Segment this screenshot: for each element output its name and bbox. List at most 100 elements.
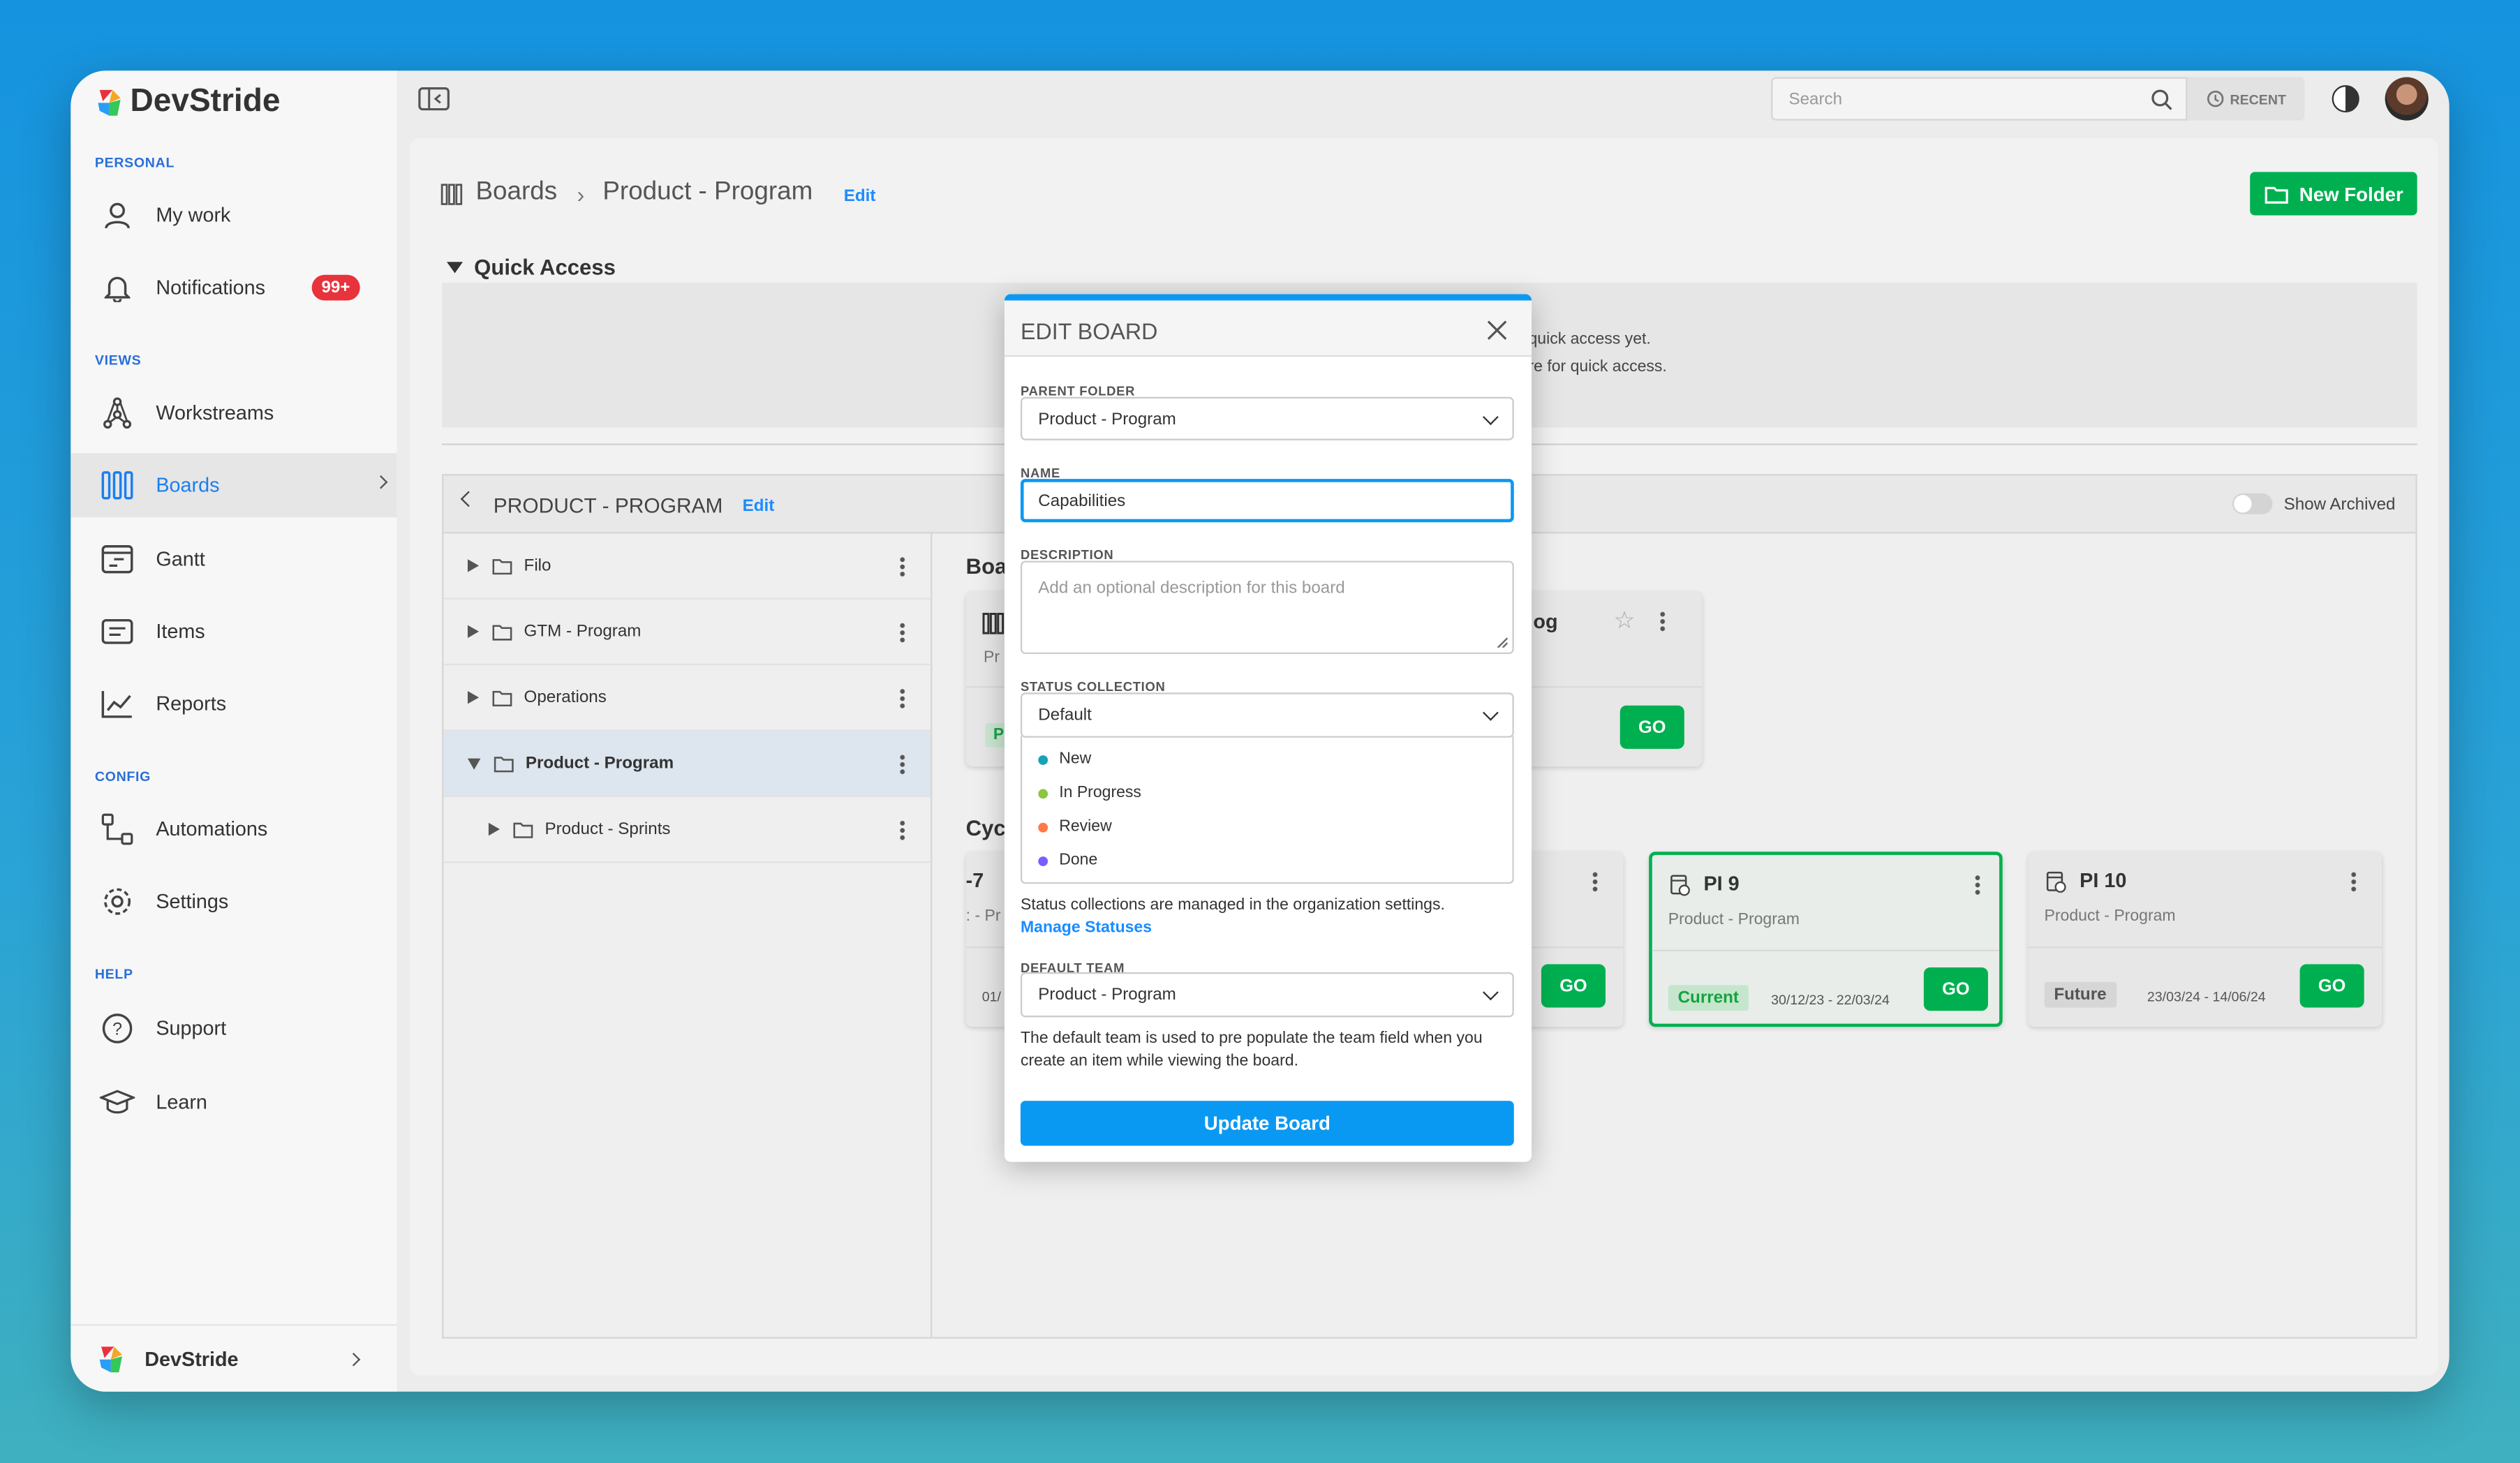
folder-icon bbox=[492, 558, 512, 574]
automation-icon bbox=[96, 813, 138, 845]
avatar[interactable] bbox=[2385, 77, 2429, 121]
new-folder-button[interactable]: New Folder bbox=[2250, 172, 2417, 216]
manage-statuses-link[interactable]: Manage Statuses bbox=[1021, 918, 1519, 940]
tree-item[interactable]: Product - Program bbox=[443, 731, 931, 797]
workstreams-icon bbox=[96, 397, 138, 429]
go-button[interactable]: GO bbox=[1541, 964, 1606, 1008]
status-dot-icon bbox=[1038, 754, 1048, 764]
devstride-logo-icon bbox=[98, 89, 121, 115]
kebab-menu-icon[interactable] bbox=[900, 556, 905, 577]
section-views: VIEWS bbox=[94, 352, 142, 369]
chevron-down-icon bbox=[1482, 984, 1499, 1001]
modal-header: EDIT BOARD bbox=[1004, 300, 1532, 357]
cycle-card[interactable]: PI 9 Product - Program Current 30/12/23 … bbox=[1649, 852, 2003, 1027]
back-icon[interactable] bbox=[460, 491, 477, 507]
star-icon[interactable]: ☆ bbox=[1614, 606, 1636, 634]
sidebar-item-automations[interactable]: Automations bbox=[71, 797, 396, 861]
sidebar-item-gantt[interactable]: Gantt bbox=[71, 527, 396, 591]
user-icon bbox=[96, 201, 138, 230]
status-item: Review bbox=[1038, 818, 1112, 836]
caret-right-icon[interactable] bbox=[467, 625, 480, 639]
cycle-card[interactable]: PI 10 Product - Program Future 23/03/24 … bbox=[2028, 852, 2382, 1027]
chevron-down-icon bbox=[1482, 704, 1499, 721]
sidebar-item-items[interactable]: Items bbox=[71, 600, 396, 664]
theme-toggle-icon[interactable] bbox=[2332, 85, 2359, 113]
caret-right-icon[interactable] bbox=[488, 822, 501, 836]
go-button[interactable]: GO bbox=[1620, 705, 1684, 749]
caret-right-icon[interactable] bbox=[467, 559, 480, 572]
kebab-menu-icon[interactable] bbox=[900, 753, 905, 775]
folder-icon bbox=[492, 624, 512, 640]
folder-icon bbox=[513, 822, 533, 838]
recent-button[interactable]: RECENT bbox=[2187, 77, 2305, 121]
edit-link[interactable]: Edit bbox=[844, 186, 876, 206]
section-config: CONFIG bbox=[94, 768, 151, 785]
calendar-cycle-icon bbox=[1670, 875, 1690, 896]
sidebar-item-notifications[interactable]: Notifications 99+ bbox=[71, 255, 396, 320]
description-textarea[interactable]: Add an optional description for this boa… bbox=[1020, 560, 1514, 655]
sidebar-item-boards[interactable]: Boards bbox=[71, 453, 397, 518]
folder-edit-link[interactable]: Edit bbox=[743, 496, 775, 516]
parent-folder-select[interactable]: Product - Program bbox=[1020, 396, 1514, 440]
kebab-menu-icon[interactable] bbox=[900, 621, 905, 643]
caret-right-icon[interactable] bbox=[467, 690, 480, 704]
status-collection-select[interactable]: Default bbox=[1020, 692, 1514, 738]
breadcrumb-separator: › bbox=[577, 181, 585, 207]
tree-item[interactable]: Operations bbox=[443, 665, 931, 732]
show-archived-toggle[interactable] bbox=[2232, 493, 2273, 514]
graduation-cap-icon bbox=[96, 1088, 138, 1117]
sidebar-item-learn[interactable]: Learn bbox=[71, 1070, 396, 1134]
status-badge: Future bbox=[2044, 981, 2117, 1008]
bell-icon bbox=[96, 273, 138, 302]
default-team-select[interactable]: Product - Program bbox=[1020, 972, 1514, 1018]
resize-handle-icon[interactable] bbox=[1496, 637, 1508, 648]
kebab-menu-icon[interactable] bbox=[1975, 874, 1980, 896]
boards-icon bbox=[96, 471, 138, 500]
tree-item[interactable]: Product - Sprints bbox=[443, 797, 931, 863]
caret-down-icon bbox=[447, 262, 464, 274]
sidebar-item-settings[interactable]: Settings bbox=[71, 870, 396, 934]
quick-access-toggle[interactable]: Quick Access bbox=[447, 255, 616, 280]
org-switcher[interactable]: DevStride bbox=[71, 1324, 397, 1392]
search-input[interactable]: Search bbox=[1771, 77, 2188, 121]
go-button[interactable]: GO bbox=[2299, 964, 2364, 1008]
folder-tree: Filo GTM - Program Operations Product - … bbox=[443, 533, 933, 1337]
sidebar-item-workstreams[interactable]: Workstreams bbox=[71, 381, 396, 445]
status-item: New bbox=[1038, 750, 1091, 768]
folder-icon bbox=[2264, 186, 2288, 203]
sidebar-item-reports[interactable]: Reports bbox=[71, 671, 396, 736]
edit-board-modal: EDIT BOARD PARENT FOLDER Product - Progr… bbox=[1004, 294, 1532, 1162]
tree-item[interactable]: GTM - Program bbox=[443, 600, 931, 666]
close-icon[interactable] bbox=[1487, 320, 1508, 341]
chart-icon bbox=[96, 690, 138, 718]
tree-item[interactable]: Filo bbox=[443, 533, 931, 600]
devstride-logo-icon bbox=[99, 1346, 122, 1372]
boards-icon bbox=[982, 612, 1005, 634]
update-board-button[interactable]: Update Board bbox=[1020, 1101, 1514, 1146]
name-input[interactable]: Capabilities bbox=[1020, 479, 1514, 523]
history-icon bbox=[2206, 90, 2223, 107]
calendar-cycle-icon bbox=[2046, 871, 2066, 893]
kebab-menu-icon[interactable] bbox=[1592, 870, 1598, 892]
status-dot-icon bbox=[1038, 855, 1048, 866]
kebab-menu-icon[interactable] bbox=[2351, 870, 2357, 892]
sidebar-item-support[interactable]: ? Support bbox=[71, 996, 396, 1060]
section-personal: PERSONAL bbox=[94, 154, 175, 171]
breadcrumb-boards[interactable]: Boards bbox=[475, 179, 557, 207]
status-item: Done bbox=[1038, 852, 1097, 870]
collapse-sidebar-button[interactable] bbox=[418, 87, 450, 119]
go-button[interactable]: GO bbox=[1923, 967, 1988, 1011]
status-badge: Current bbox=[1668, 985, 1749, 1011]
status-dot-icon bbox=[1038, 822, 1048, 832]
status-dot-icon bbox=[1038, 788, 1048, 799]
gear-icon bbox=[96, 886, 138, 918]
search-icon bbox=[2151, 89, 2172, 110]
caret-down-icon[interactable] bbox=[467, 757, 481, 769]
sidebar-item-my-work[interactable]: My work bbox=[71, 183, 396, 247]
kebab-menu-icon[interactable] bbox=[900, 819, 905, 841]
kebab-menu-icon[interactable] bbox=[1660, 610, 1666, 632]
folder-title: PRODUCT - PROGRAM bbox=[493, 493, 723, 518]
logo[interactable]: DevStride bbox=[95, 84, 280, 121]
kebab-menu-icon[interactable] bbox=[900, 688, 905, 709]
boards-heading: Boa bbox=[965, 554, 1007, 579]
